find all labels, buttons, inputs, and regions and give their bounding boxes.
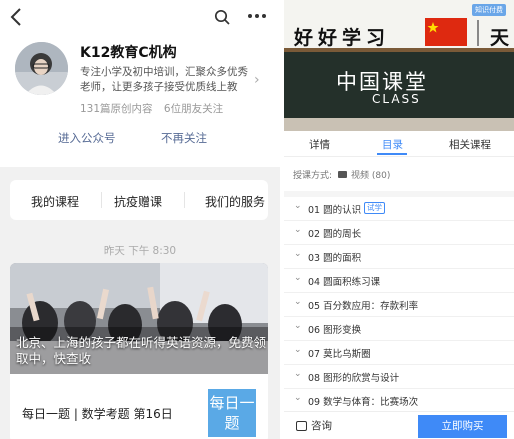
active-tab-indicator xyxy=(377,153,407,155)
account-stats: 131篇原创内容 6位朋友关注 xyxy=(80,101,231,116)
chevron-down-icon: ⌄ xyxy=(294,249,302,259)
lesson-label: 07 莫比乌斯圈 xyxy=(308,349,371,360)
account-name: K12教育C机构 xyxy=(80,45,177,61)
lesson-item[interactable]: ⌄ 04 圆面积练习课 xyxy=(284,269,514,293)
lesson-label: 01 圆的认识 xyxy=(308,205,362,216)
menu-item-free-courses[interactable]: 抗疫赠课 xyxy=(114,193,162,210)
lesson-item[interactable]: ⌄ 06 图形变换 xyxy=(284,317,514,341)
bottom-action-bar: 咨询 立即购买 xyxy=(284,411,514,439)
course-banner: 好好学习 天 中国课堂 CLASS 知识付费 xyxy=(284,0,514,131)
chevron-down-icon: ⌄ xyxy=(294,297,302,307)
course-detail-panel: 好好学习 天 中国课堂 CLASS 知识付费 详情 目录 相关课程 授课方式: … xyxy=(284,0,514,439)
menu-item-my-courses[interactable]: 我的课程 xyxy=(31,193,79,210)
menu-divider xyxy=(101,192,102,208)
official-account-panel: K12教育C机构 专注小学及初中培训，汇聚众多优秀老师，让更多孩子接受优质线上教… xyxy=(0,0,280,439)
article-cover-image[interactable]: 北京、上海的孩子都在听得英语资源，免费领取中，快查收 xyxy=(10,263,268,374)
friends-following: 6位朋友关注 xyxy=(163,103,224,115)
lesson-item[interactable]: ⌄ 02 圆的周长 xyxy=(284,221,514,245)
lesson-item[interactable]: ⌄ 08 图形的欣赏与设计 xyxy=(284,365,514,389)
lesson-label: 03 圆的面积 xyxy=(308,253,362,264)
tab-details[interactable]: 详情 xyxy=(309,137,330,152)
lesson-label: 06 图形变换 xyxy=(308,325,362,336)
original-count: 131篇原创内容 xyxy=(80,103,153,115)
chevron-down-icon: ⌄ xyxy=(294,393,302,403)
account-avatar[interactable] xyxy=(15,42,68,95)
chevron-down-icon: ⌄ xyxy=(294,225,302,235)
banner-slogan-left: 好好学习 xyxy=(294,27,391,49)
lesson-item[interactable]: ⌄ 09 数学与体育：比赛场次 xyxy=(284,389,514,413)
unfollow-button[interactable]: 不再关注 xyxy=(161,130,207,146)
trial-badge: 试学 xyxy=(364,202,385,214)
chevron-down-icon: ⌄ xyxy=(294,273,302,283)
lesson-item[interactable]: ⌄ 03 圆的面积 xyxy=(284,245,514,269)
enter-account-button[interactable]: 进入公众号 xyxy=(58,130,116,146)
buy-now-button[interactable]: 立即购买 xyxy=(418,415,507,438)
tab-catalog[interactable]: 目录 xyxy=(382,137,403,152)
lesson-label: 08 图形的欣赏与设计 xyxy=(308,373,400,384)
chevron-down-icon: ⌄ xyxy=(294,345,302,355)
chevron-down-icon: ⌄ xyxy=(294,321,302,331)
article-title[interactable]: 每日一题 | 数学考题 第16日 xyxy=(22,405,173,422)
tabs-divider xyxy=(284,156,514,157)
article-card[interactable]: 北京、上海的孩子都在听得英语资源，免费领取中，快查收 每日一题 | 数学考题 第… xyxy=(10,263,268,439)
banner-slogan-right: 天 xyxy=(490,27,510,49)
lesson-item[interactable]: ⌄ 05 百分数应用：存款利率 xyxy=(284,293,514,317)
search-icon[interactable] xyxy=(212,7,232,27)
account-description[interactable]: 专注小学及初中培训，汇聚众多优秀老师，让更多孩子接受优质线上教育... xyxy=(80,65,252,95)
consult-button[interactable]: 咨询 xyxy=(296,418,332,433)
article-thumbnail[interactable]: 每日一题 xyxy=(208,389,256,437)
account-header: K12教育C机构 专注小学及初中培训，汇聚众多优秀老师，让更多孩子接受优质线上教… xyxy=(0,0,280,167)
lesson-item[interactable]: ⌄ 07 莫比乌斯圈 xyxy=(284,341,514,365)
account-menu: 我的课程 抗疫赠课 我们的服务 xyxy=(10,180,268,220)
more-icon[interactable] xyxy=(246,6,268,26)
meta-label: 授课方式: xyxy=(293,171,333,181)
consult-label: 咨询 xyxy=(311,420,332,432)
chevron-right-icon[interactable]: › xyxy=(254,72,260,88)
tab-related-courses[interactable]: 相关课程 xyxy=(449,137,491,152)
article-caption: 北京、上海的孩子都在听得英语资源，免费领取中，快查收 xyxy=(16,335,267,366)
banner-corner-badge: 知识付费 xyxy=(472,4,506,16)
message-timestamp: 昨天 下午 8:30 xyxy=(103,245,177,257)
banner-subtitle: CLASS xyxy=(372,92,421,106)
chevron-down-icon: ⌄ xyxy=(294,201,302,211)
lesson-label: 02 圆的周长 xyxy=(308,229,362,240)
lesson-label: 09 数学与体育：比赛场次 xyxy=(308,397,419,408)
lesson-item[interactable]: ⌄ 01 圆的认识 试学 xyxy=(284,197,514,221)
menu-divider xyxy=(184,192,185,208)
video-icon xyxy=(338,171,348,178)
menu-item-our-services[interactable]: 我们的服务 xyxy=(205,193,265,210)
lesson-meta: 授课方式: 视频 (80) xyxy=(293,168,390,181)
chat-icon xyxy=(296,420,307,431)
chevron-down-icon: ⌄ xyxy=(294,369,302,379)
lesson-label: 05 百分数应用：存款利率 xyxy=(308,301,419,312)
course-tabs: 详情 目录 相关课程 xyxy=(284,131,514,157)
lesson-label: 04 圆面积练习课 xyxy=(308,277,381,288)
back-icon[interactable] xyxy=(6,6,26,28)
meta-mode: 视频 (80) xyxy=(351,171,391,181)
